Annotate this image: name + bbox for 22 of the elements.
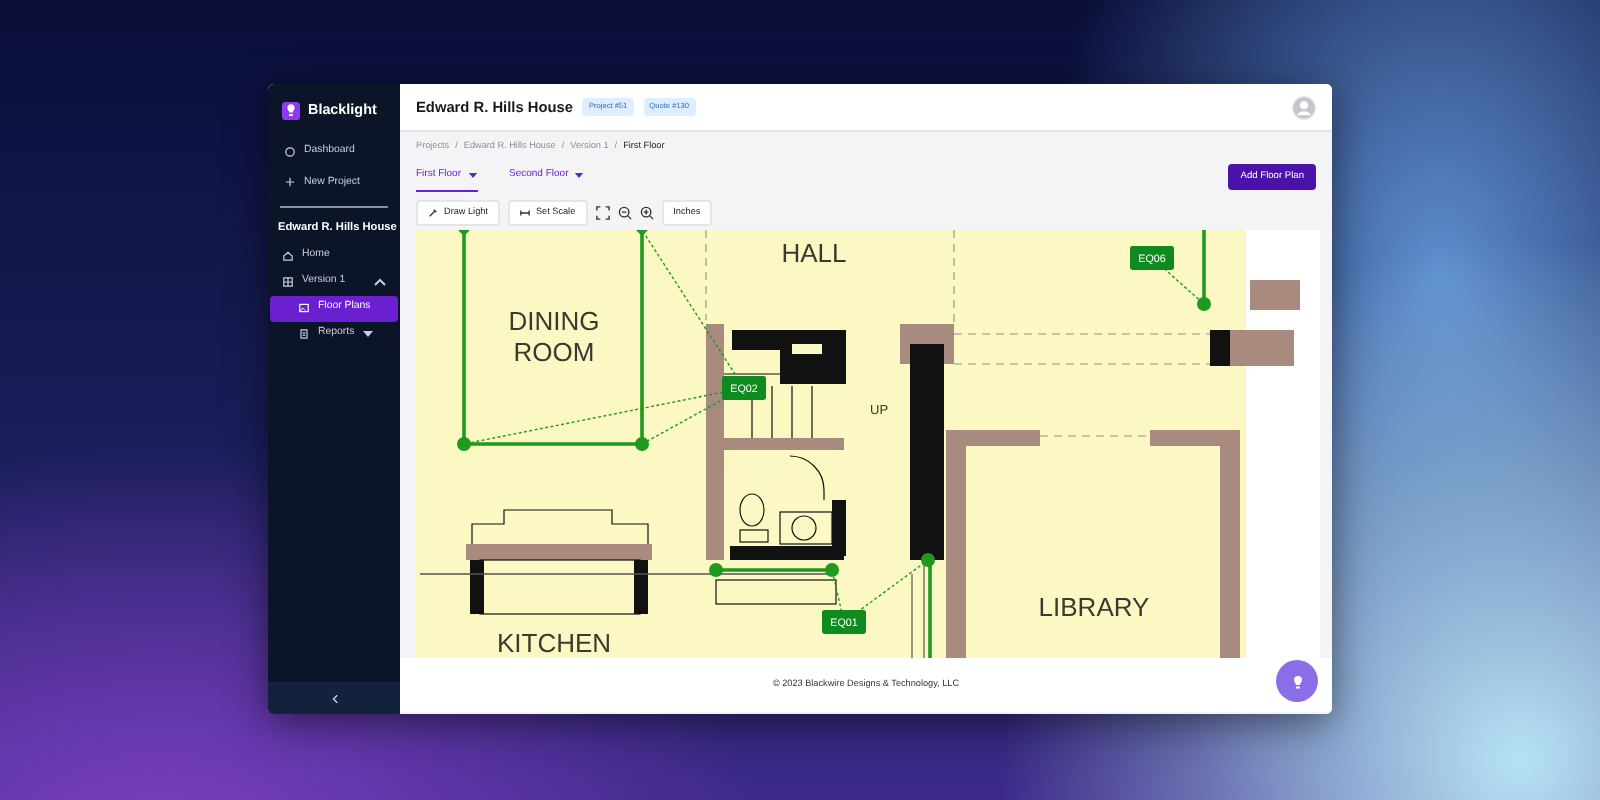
grid-icon [282,276,294,289]
zoom-out-icon[interactable] [617,206,632,221]
plus-icon [284,176,296,189]
caret-icon [467,171,477,179]
chevron-up-icon [374,276,386,289]
room-label: DINING ROOM [508,306,600,368]
fullscreen-icon[interactable] [595,206,610,221]
room-label: LIBRARY [1038,592,1150,623]
home-icon [282,250,294,263]
lightbulb-icon [1289,673,1305,689]
chevron-left-icon [331,693,337,703]
room-label: KITCHEN [496,628,612,659]
hall-room-label: HALL [781,238,847,269]
pencil-icon [428,208,438,219]
dashboard-icon [284,145,296,158]
caret-down-icon [362,328,375,341]
zoom-in-icon[interactable] [639,206,654,221]
document-icon [298,328,310,341]
ruler-icon [519,208,530,219]
image-icon [298,302,310,315]
caret-icon [574,171,585,179]
lightbulb-logo-icon [282,101,300,120]
